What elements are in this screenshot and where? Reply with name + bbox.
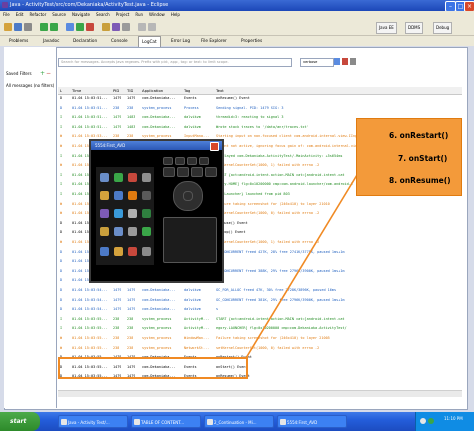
taskbar-item-emulator[interactable]: 5554:First_AVD	[277, 415, 347, 428]
emulator-icon	[280, 419, 286, 425]
arrow-line	[245, 169, 361, 359]
word-icon	[134, 419, 140, 425]
tray-icon[interactable]	[428, 418, 434, 424]
callout-box: 6. onRestart() 7. onStart() 8. onResume(…	[356, 118, 462, 196]
start-button[interactable]: start	[0, 412, 40, 431]
callout-arrow	[245, 162, 366, 359]
taskbar-item-document[interactable]: 2_Continuation - Mi...	[204, 415, 274, 428]
callout-item: 6. onRestart()	[389, 131, 449, 140]
clock[interactable]: 11:10 PM	[444, 416, 463, 421]
word-icon	[207, 419, 213, 425]
eclipse-icon	[61, 419, 67, 425]
callout-item: 7. onStart()	[398, 154, 448, 163]
taskbar-item-word[interactable]: TABLE OF CONTENT...	[131, 415, 201, 428]
callout-item: 8. onResume()	[389, 176, 451, 185]
tray-icon[interactable]	[420, 418, 426, 424]
taskbar-item-eclipse[interactable]: Java - Activity Test/...	[58, 415, 128, 428]
system-tray: 11:10 PM	[415, 412, 474, 431]
taskbar: start Java - Activity Test/... TABLE OF …	[0, 412, 474, 431]
